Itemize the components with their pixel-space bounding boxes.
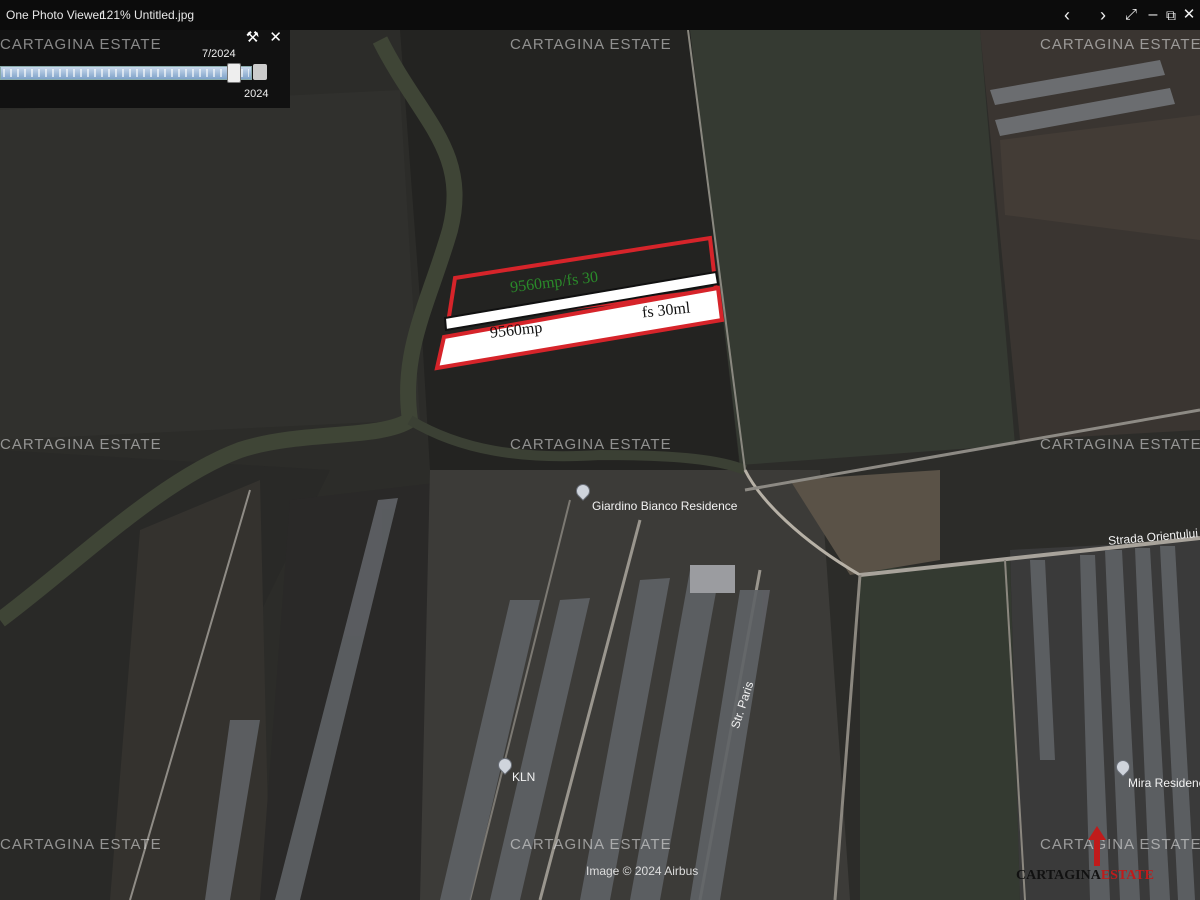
brand-name: CARTAGINA bbox=[1016, 868, 1101, 883]
chevron-right-icon[interactable]: › bbox=[1090, 4, 1116, 26]
timeline-current-date: 7/2024 bbox=[202, 48, 236, 60]
zoom-level: 121% bbox=[100, 8, 131, 22]
watermark: CARTAGINA ESTATE bbox=[0, 836, 162, 853]
watermark: CARTAGINA ESTATE bbox=[0, 36, 162, 53]
place-mira-residence[interactable]: Mira Residence bbox=[1128, 776, 1200, 790]
watermark: CARTAGINA ESTATE bbox=[1040, 36, 1200, 53]
timeline-slider-thumb[interactable] bbox=[227, 63, 241, 83]
close-icon[interactable]: ✕ bbox=[1176, 4, 1200, 26]
viewer-titlebar: One Photo Viewer 121% Untitled.jpg ‹ › ⤢… bbox=[0, 0, 1200, 30]
timeline-tools: ⚒ ✕ bbox=[240, 28, 282, 46]
close-timeline-icon[interactable]: ✕ bbox=[269, 29, 282, 46]
watermark: CARTAGINA ESTATE bbox=[510, 436, 672, 453]
place-giardino-bianco[interactable]: Giardino Bianco Residence bbox=[592, 499, 737, 513]
imagery-credit: Image © 2024 Airbus bbox=[586, 864, 699, 878]
app-name: One Photo Viewer bbox=[6, 8, 104, 22]
watermark: CARTAGINA ESTATE bbox=[1040, 836, 1200, 853]
play-icon[interactable] bbox=[253, 64, 267, 80]
brand-logo: CARTAGINAESTATE bbox=[1016, 868, 1154, 884]
watermark: CARTAGINA ESTATE bbox=[1040, 436, 1200, 453]
brand-arrow-icon bbox=[1088, 826, 1106, 866]
watermark: CARTAGINA ESTATE bbox=[510, 36, 672, 53]
place-kln[interactable]: KLN bbox=[512, 770, 535, 784]
watermark: CARTAGINA ESTATE bbox=[0, 436, 162, 453]
timeline-end-date: 2024 bbox=[244, 88, 269, 100]
file-name: Untitled.jpg bbox=[134, 8, 195, 22]
timeline-track[interactable] bbox=[0, 66, 252, 80]
watermark: CARTAGINA ESTATE bbox=[510, 836, 672, 853]
chevron-left-icon[interactable]: ‹ bbox=[1054, 4, 1080, 26]
timeline-ticks bbox=[3, 69, 249, 77]
wrench-icon[interactable]: ⚒ bbox=[246, 29, 259, 46]
brand-suffix: ESTATE bbox=[1100, 868, 1154, 883]
